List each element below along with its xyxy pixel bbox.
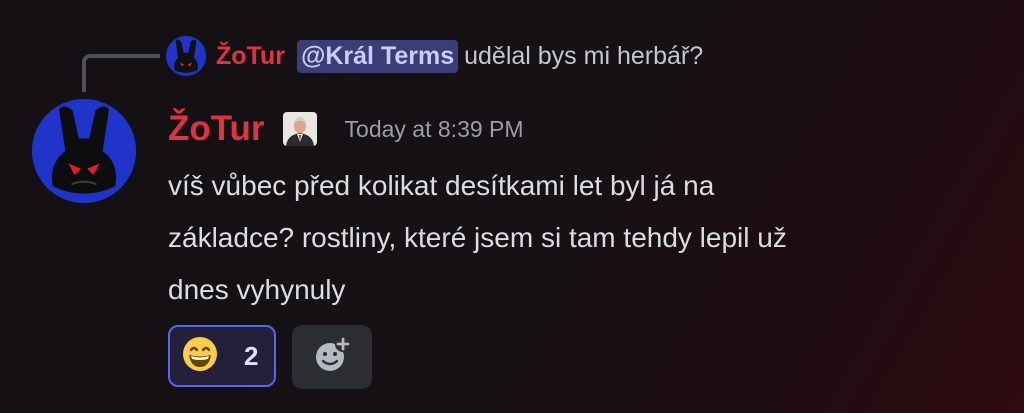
add-reaction-button[interactable]: [292, 325, 372, 389]
add-reaction-icon: [311, 334, 353, 381]
message-content: víš vůbec před kolikat desítkami let byl…: [168, 160, 988, 316]
reply-author-avatar[interactable]: [166, 36, 206, 76]
message-timestamp[interactable]: Today at 8:39 PM: [345, 116, 524, 143]
message-line: dnes vyhynuly: [168, 274, 346, 305]
message-line: víš vůbec před kolikat desítkami let byl…: [168, 170, 715, 201]
author-avatar[interactable]: [32, 99, 136, 203]
reply-author-name[interactable]: ŽoTur: [216, 42, 285, 71]
reaction-count: 2: [244, 340, 259, 371]
user-mention[interactable]: @Král Terms: [296, 39, 459, 73]
reply-preview[interactable]: ŽoTur @Král Terms udělal bys mi herbář?: [166, 34, 703, 78]
portrait-role-icon[interactable]: [282, 112, 317, 146]
reaction-button[interactable]: 2: [168, 325, 276, 387]
grinning-face-with-smiling-eyes-icon: [182, 336, 218, 377]
reply-connector: [82, 54, 160, 92]
author-name[interactable]: ŽoTur: [168, 109, 265, 149]
message-header: ŽoTur Today at 8:39 PM: [168, 104, 524, 154]
message-line: základce? rostliny, které jsem si tam te…: [168, 222, 787, 253]
reply-text[interactable]: udělal bys mi herbář?: [464, 42, 703, 71]
